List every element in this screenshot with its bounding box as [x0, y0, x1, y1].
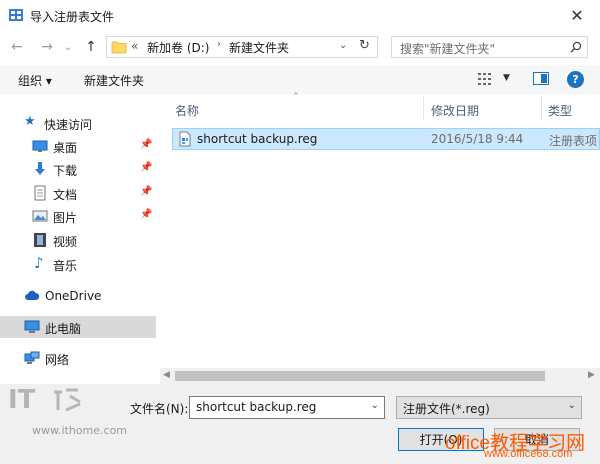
- document-icon: [34, 185, 46, 201]
- column-separator[interactable]: [541, 96, 542, 120]
- file-name: shortcut backup.reg: [197, 132, 318, 146]
- organize-menu[interactable]: 组织 ▾: [18, 72, 52, 89]
- desktop-icon: [32, 140, 48, 152]
- help-icon[interactable]: ?: [567, 71, 584, 88]
- folder-icon: [111, 41, 127, 54]
- column-header-name[interactable]: 名称: [175, 102, 199, 119]
- network-icon: [24, 351, 40, 364]
- chevron-down-icon: ⌄: [63, 41, 73, 53]
- sidebar-item-this-pc[interactable]: 此电脑: [0, 316, 156, 338]
- sidebar-item-network[interactable]: 网络: [0, 347, 156, 369]
- search-input[interactable]: 搜索"新建文件夹": [400, 40, 495, 57]
- breadcrumb-drive[interactable]: 新加卷 (D:): [147, 39, 209, 56]
- sidebar-item-desktop[interactable]: 桌面 📌: [0, 135, 156, 157]
- address-dropdown-icon[interactable]: ⌄: [339, 40, 347, 51]
- view-dropdown-icon[interactable]: ▼: [503, 73, 510, 83]
- sidebar-item-documents[interactable]: 文档 📌: [0, 182, 156, 204]
- column-separator[interactable]: [423, 96, 424, 120]
- new-folder-button[interactable]: 新建文件夹: [84, 72, 144, 89]
- sidebar-item-pictures[interactable]: 图片 📌: [0, 205, 156, 227]
- sort-ascending-icon: ⌃: [292, 92, 300, 102]
- regedit-app-icon: [9, 9, 23, 21]
- scrollbar-thumb[interactable]: [175, 371, 545, 381]
- ithome-logo-glyph: [50, 386, 84, 416]
- sidebar-item-onedrive[interactable]: OneDrive: [0, 285, 156, 307]
- ithome-watermark: www.ithome.com: [32, 424, 128, 437]
- filetype-select[interactable]: 注册文件(*.reg) ⌄: [396, 396, 582, 419]
- window-title: 导入注册表文件: [30, 10, 115, 24]
- recent-locations-button[interactable]: ⌄: [62, 38, 74, 56]
- back-button[interactable]: ←: [8, 38, 26, 56]
- file-row[interactable]: shortcut backup.reg 2016/5/18 9:44 注册表项: [172, 128, 600, 150]
- arrow-left-icon: ←: [11, 39, 23, 55]
- pin-icon[interactable]: 📌: [140, 139, 152, 150]
- chevron-down-icon[interactable]: ⌄: [371, 400, 379, 411]
- pin-icon[interactable]: 📌: [140, 186, 152, 197]
- sidebar-item-downloads[interactable]: 下载 📌: [0, 158, 156, 180]
- arrow-up-icon: ↑: [85, 39, 97, 55]
- file-date: 2016/5/18 9:44: [431, 132, 524, 146]
- address-bar[interactable]: « 新加卷 (D:) › 新建文件夹 ⌄ ↻: [106, 36, 378, 58]
- video-icon: [34, 233, 46, 247]
- file-type: 注册表项: [549, 134, 598, 148]
- filename-value: shortcut backup.reg: [196, 400, 317, 414]
- star-icon: ★: [24, 114, 36, 129]
- music-note-icon: ♪: [34, 254, 44, 272]
- chevron-down-icon: ⌄: [567, 400, 576, 411]
- breadcrumb-folder[interactable]: 新建文件夹: [229, 39, 289, 56]
- office-url-watermark: www.office68.com: [484, 448, 573, 460]
- sidebar-item-quick-access[interactable]: ★ 快速访问: [0, 112, 156, 134]
- filetype-value: 注册文件(*.reg): [403, 402, 490, 416]
- computer-icon: [24, 320, 40, 333]
- arrow-right-icon: →: [41, 39, 53, 55]
- forward-button[interactable]: →: [38, 38, 56, 56]
- scroll-left-icon[interactable]: ◀: [163, 370, 170, 380]
- navigation-pane: ★ 快速访问 桌面 📌 下载 📌 文档 📌 图片 📌 视频 ♪ 音乐 OneDr…: [0, 96, 156, 382]
- view-options-icon[interactable]: [478, 73, 492, 85]
- close-button[interactable]: ✕: [554, 0, 600, 30]
- download-arrow-icon: [35, 162, 45, 175]
- ithome-logo: IT: [8, 385, 36, 415]
- close-icon: ✕: [570, 5, 584, 25]
- search-icon: [570, 41, 582, 53]
- up-button[interactable]: ↑: [82, 38, 100, 56]
- preview-pane-icon[interactable]: [533, 72, 549, 85]
- scroll-right-icon[interactable]: ▶: [588, 370, 595, 380]
- search-box[interactable]: 搜索"新建文件夹": [391, 36, 588, 58]
- sidebar-item-videos[interactable]: 视频: [0, 229, 156, 251]
- breadcrumb-overflow[interactable]: «: [131, 39, 138, 53]
- filename-input[interactable]: shortcut backup.reg ⌄: [189, 396, 385, 419]
- refresh-icon[interactable]: ↻: [359, 38, 370, 53]
- cloud-icon: [25, 290, 40, 300]
- column-header-type[interactable]: 类型: [548, 102, 572, 119]
- filename-label: 文件名(N):: [130, 402, 189, 416]
- sidebar-item-music[interactable]: ♪ 音乐: [0, 253, 156, 275]
- pictures-icon: [32, 210, 48, 222]
- pin-icon[interactable]: 📌: [140, 162, 152, 173]
- column-header-date[interactable]: 修改日期: [431, 102, 479, 119]
- registry-file-icon: [179, 131, 191, 147]
- breadcrumb-separator-icon: ›: [217, 39, 221, 50]
- pin-icon[interactable]: 📌: [140, 209, 152, 220]
